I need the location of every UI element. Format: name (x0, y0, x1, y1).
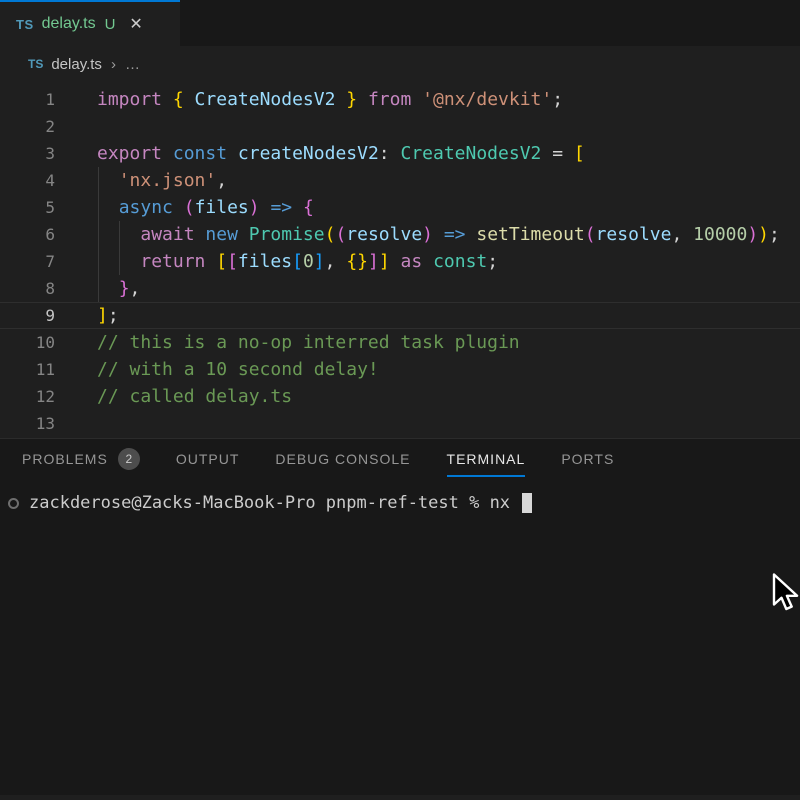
code-line[interactable]: 10 // this is a no-op interred task plugi… (0, 329, 800, 356)
code-text: 'nx.json', (97, 167, 227, 194)
git-untracked-badge: U (105, 16, 116, 33)
code-editor[interactable]: 1 import { CreateNodesV2 } from '@nx/devk… (0, 82, 800, 438)
code-text: }, (97, 275, 140, 302)
breadcrumb: TS delay.ts › … (0, 46, 800, 82)
code-line[interactable]: 4 'nx.json', (0, 167, 800, 194)
code-line[interactable]: 8 }, (0, 275, 800, 302)
command-decoration-icon (8, 498, 19, 509)
line-number: 9 (0, 302, 55, 329)
code-text: import { CreateNodesV2 } from '@nx/devki… (97, 86, 563, 113)
line-number: 1 (0, 86, 55, 113)
code-text: ]; (97, 302, 119, 329)
tab-title: delay.ts (42, 15, 96, 33)
code-line[interactable]: 7 return [[files[0], {}]] as const; (0, 248, 800, 275)
panel-tab-label: OUTPUT (176, 441, 240, 477)
problems-count-badge: 2 (118, 448, 140, 470)
code-line[interactable]: 9]; (0, 302, 800, 329)
line-number: 5 (0, 194, 55, 221)
line-number: 8 (0, 275, 55, 302)
panel-tab-terminal[interactable]: TERMINAL (447, 439, 526, 479)
line-number: 10 (0, 329, 55, 356)
line-number: 7 (0, 248, 55, 275)
code-line[interactable]: 11 // with a 10 second delay! (0, 356, 800, 383)
code-line[interactable]: 2 (0, 113, 800, 140)
editor-tab-bar: TS delay.ts U ✕ (0, 0, 800, 46)
terminal-cursor (522, 493, 532, 513)
breadcrumb-symbol-ellipsis[interactable]: … (125, 56, 141, 73)
panel-tab-output[interactable]: OUTPUT (176, 439, 240, 479)
code-text: // with a 10 second delay! (97, 356, 379, 383)
line-number: 4 (0, 167, 55, 194)
code-text: async (files) => { (97, 194, 314, 221)
code-text: return [[files[0], {}]] as const; (97, 248, 498, 275)
vscode-window: TS delay.ts U ✕ TS delay.ts › … 1 import … (0, 0, 800, 800)
line-number: 13 (0, 410, 55, 437)
terminal-prompt: zackderose@Zacks-MacBook-Pro pnpm-ref-te… (29, 493, 520, 513)
line-number: 2 (0, 113, 55, 140)
panel-tab-debug-console[interactable]: DEBUG CONSOLE (275, 439, 410, 479)
code-text: export const createNodesV2: CreateNodesV… (97, 140, 585, 167)
terminal[interactable]: zackderose@Zacks-MacBook-Pro pnpm-ref-te… (8, 493, 800, 513)
code-text: // this is a no-op interred task plugin (97, 329, 520, 356)
code-line[interactable]: 13 (0, 410, 800, 437)
typescript-file-icon: TS (16, 17, 34, 32)
tab-delay-ts[interactable]: TS delay.ts U ✕ (0, 0, 180, 46)
line-number: 11 (0, 356, 55, 383)
panel-tab-problems[interactable]: PROBLEMS 2 (22, 439, 140, 479)
panel-tab-label: TERMINAL (447, 441, 526, 477)
chevron-right-icon: › (111, 56, 116, 73)
code-text: await new Promise((resolve) => setTimeou… (97, 221, 780, 248)
code-line[interactable]: 1 import { CreateNodesV2 } from '@nx/devk… (0, 86, 800, 113)
panel-tab-label: DEBUG CONSOLE (275, 441, 410, 477)
typescript-file-icon: TS (28, 57, 43, 71)
code-line[interactable]: 5 async (files) => { (0, 194, 800, 221)
code-line[interactable]: 12 // called delay.ts (0, 383, 800, 410)
panel-tab-bar: PROBLEMS 2 OUTPUT DEBUG CONSOLE TERMINAL PORT… (0, 439, 800, 479)
bottom-panel: PROBLEMS 2 OUTPUT DEBUG CONSOLE TERMINAL PORT… (0, 438, 800, 795)
code-text: // called delay.ts (97, 383, 292, 410)
close-tab-icon[interactable]: ✕ (129, 14, 142, 34)
line-number: 3 (0, 140, 55, 167)
panel-tab-ports[interactable]: PORTS (561, 439, 614, 479)
panel-tab-label: PORTS (561, 441, 614, 477)
panel-tab-label: PROBLEMS (22, 441, 108, 477)
code-line[interactable]: 3 export const createNodesV2: CreateNodes… (0, 140, 800, 167)
code-line[interactable]: 6 await new Promise((resolve) => setTime… (0, 221, 800, 248)
line-number: 12 (0, 383, 55, 410)
line-number: 6 (0, 221, 55, 248)
breadcrumb-file[interactable]: delay.ts (51, 56, 102, 73)
